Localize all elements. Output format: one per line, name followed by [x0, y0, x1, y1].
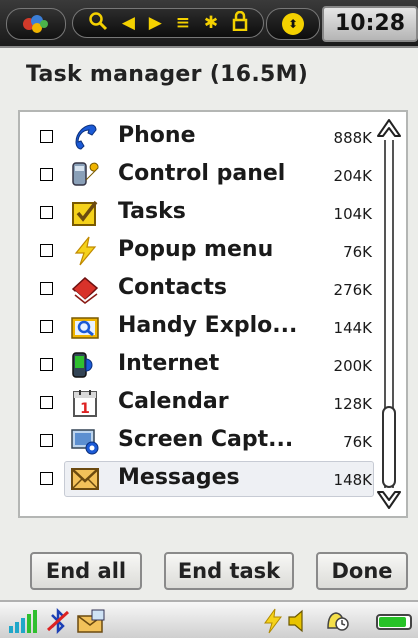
task-name: Screen Capt... [118, 427, 294, 452]
task-checkbox[interactable] [40, 206, 53, 219]
scroll-up-arrow-icon[interactable] [376, 116, 402, 138]
top-status-bar: ◀ ▶ ≡ ✱ ⬍ 10:28 [0, 0, 418, 48]
explorer-icon [70, 312, 100, 342]
task-memory-size: 148K [333, 471, 372, 489]
task-row[interactable]: Control panel 204K [20, 156, 376, 194]
task-checkbox[interactable] [40, 434, 53, 447]
contacts-book-icon [70, 274, 100, 304]
task-checkbox[interactable] [40, 358, 53, 371]
screen-capture-icon [70, 426, 100, 456]
task-name: Calendar [118, 389, 229, 414]
battery-indicator[interactable] [376, 614, 412, 630]
task-row[interactable]: 1 Calendar 128K [20, 384, 376, 422]
task-row[interactable]: Phone 888K [20, 118, 376, 156]
task-memory-size: 76K [343, 433, 372, 451]
alarm-icon[interactable] [318, 608, 354, 634]
task-row[interactable]: Contacts 276K [20, 270, 376, 308]
task-memory-size: 200K [333, 357, 372, 375]
task-name: Internet [118, 351, 220, 376]
message-notification-icon[interactable] [76, 608, 106, 634]
signal-strength-icon[interactable] [8, 608, 38, 634]
task-name: Handy Explo... [118, 313, 298, 338]
tasks-icon [70, 198, 100, 228]
scrollbar[interactable] [376, 116, 402, 512]
task-name: Phone [118, 123, 196, 148]
list-icon[interactable]: ≡ [176, 14, 190, 32]
envelope-icon [70, 464, 100, 494]
clock[interactable]: 10:28 [322, 6, 418, 42]
internet-icon [70, 350, 100, 380]
task-memory-size: 144K [333, 319, 372, 337]
task-row[interactable]: Handy Explo... 144K [20, 308, 376, 346]
task-checkbox[interactable] [40, 168, 53, 181]
task-checkbox[interactable] [40, 320, 53, 333]
bottom-status-bar [0, 600, 418, 638]
task-memory-size: 128K [333, 395, 372, 413]
back-arrow-icon[interactable]: ◀ [122, 14, 135, 32]
task-list-panel: Phone 888K Control panel 204K Tasks 104K Popup… [18, 110, 408, 518]
task-row[interactable]: Messages 148K [20, 460, 376, 498]
task-name: Messages [118, 465, 240, 490]
page-title: Task manager (16.5M) [26, 62, 309, 87]
task-name: Tasks [118, 199, 186, 224]
bluetooth-icon[interactable]: ✱ [204, 14, 218, 32]
forward-arrow-icon[interactable]: ▶ [149, 14, 162, 32]
task-name: Popup menu [118, 237, 274, 262]
task-memory-size: 888K [333, 129, 372, 147]
done-button[interactable]: Done [316, 552, 408, 590]
up-down-arrows-icon: ⬍ [282, 13, 304, 35]
charging-bolt-icon [264, 608, 282, 634]
up-down-button[interactable]: ⬍ [266, 8, 320, 40]
task-checkbox[interactable] [40, 472, 53, 485]
task-row[interactable]: Popup menu 76K [20, 232, 376, 270]
task-memory-size: 104K [333, 205, 372, 223]
task-checkbox[interactable] [40, 396, 53, 409]
task-row[interactable]: Screen Capt... 76K [20, 422, 376, 460]
quick-icons-bar: ◀ ▶ ≡ ✱ [72, 8, 264, 38]
end-all-button[interactable]: End all [30, 552, 142, 590]
control-panel-icon [70, 160, 100, 190]
lightning-icon [70, 236, 100, 266]
scroll-thumb[interactable] [382, 406, 396, 488]
task-list: Phone 888K Control panel 204K Tasks 104K Popup… [20, 118, 376, 498]
phone-icon [70, 122, 100, 152]
task-name: Contacts [118, 275, 227, 300]
volume-icon[interactable] [286, 608, 312, 634]
task-checkbox[interactable] [40, 282, 53, 295]
app-logo-icon [23, 15, 48, 33]
task-row[interactable]: Tasks 104K [20, 194, 376, 232]
bluetooth-off-icon[interactable] [46, 608, 70, 634]
task-checkbox[interactable] [40, 130, 53, 143]
scroll-down-arrow-icon[interactable] [376, 490, 402, 512]
calendar-icon: 1 [70, 388, 100, 418]
search-icon[interactable] [88, 11, 108, 35]
task-memory-size: 276K [333, 281, 372, 299]
svg-text:1: 1 [80, 401, 90, 417]
task-row[interactable]: Internet 200K [20, 346, 376, 384]
task-memory-size: 76K [343, 243, 372, 261]
end-task-button[interactable]: End task [164, 552, 294, 590]
start-menu-button[interactable] [6, 8, 66, 40]
battery-level-fill [379, 617, 406, 627]
lock-icon[interactable] [232, 10, 248, 35]
task-memory-size: 204K [333, 167, 372, 185]
task-name: Control panel [118, 161, 286, 186]
task-checkbox[interactable] [40, 244, 53, 257]
